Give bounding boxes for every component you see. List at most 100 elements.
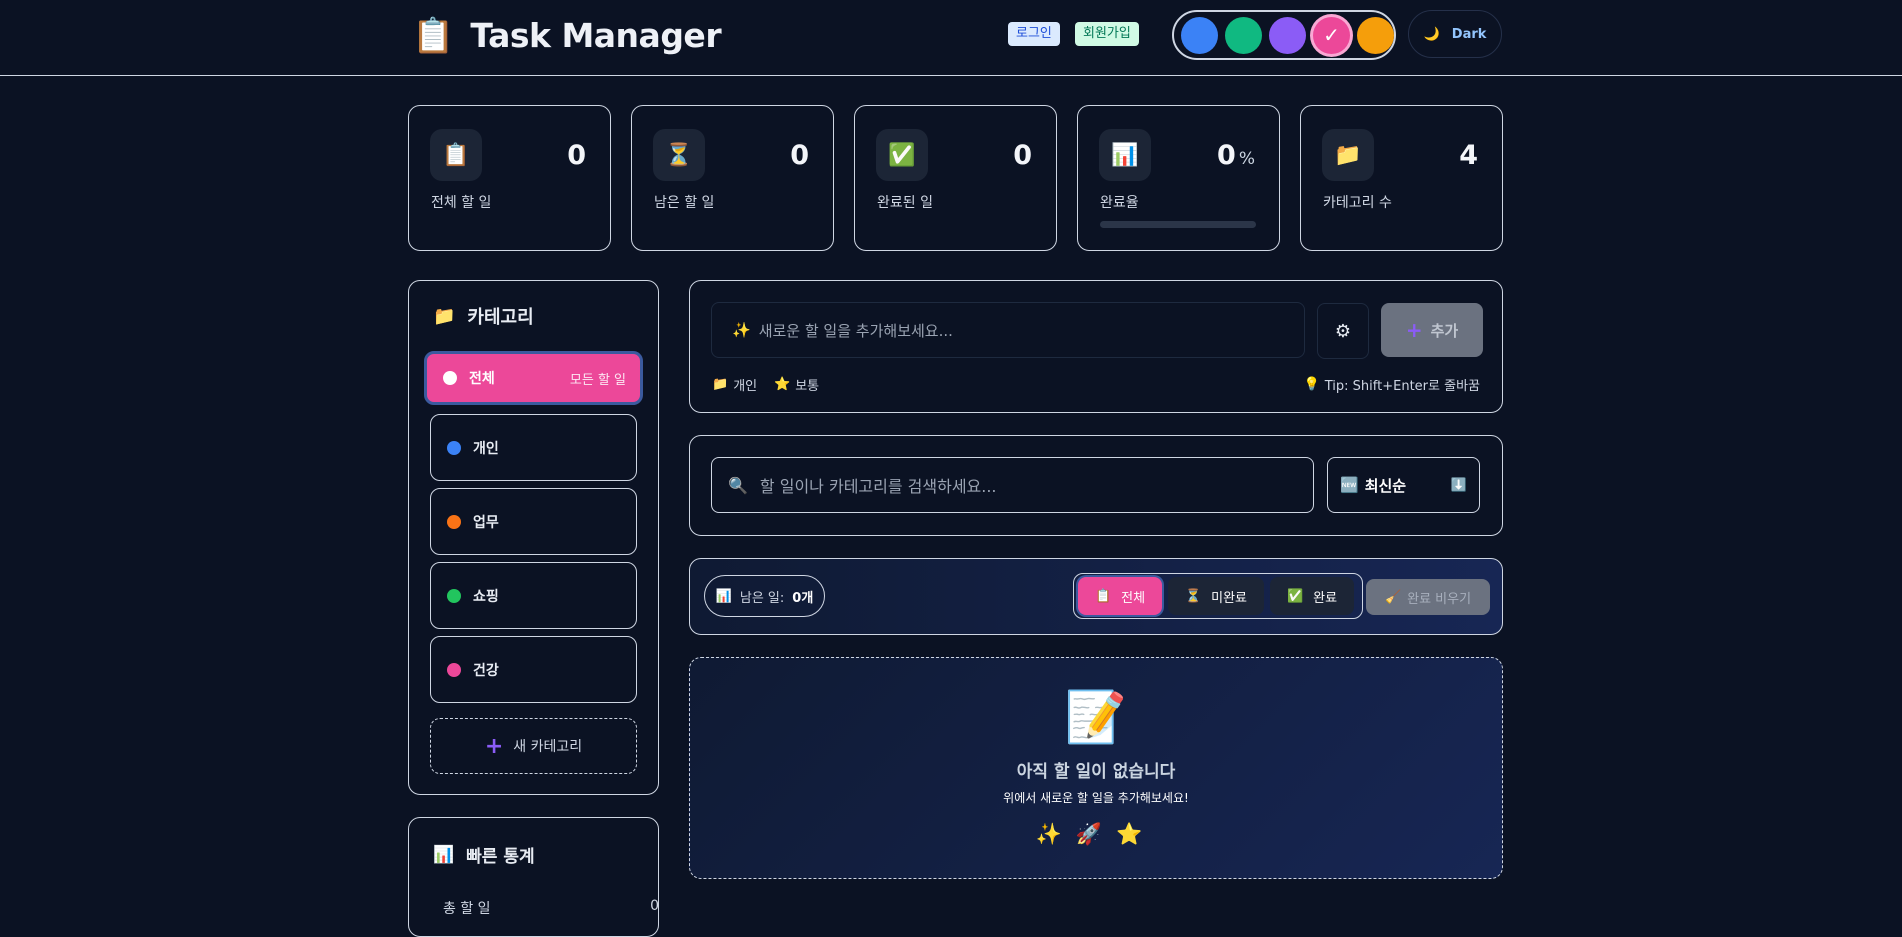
check-icon: ✓ [1323,23,1340,47]
decorative-emojis: ✨🚀⭐ [1035,822,1157,846]
category-panel-title: 카테고리 [467,307,534,328]
new-badge-icon: 🆕 [1340,476,1359,494]
category-item-work[interactable]: 업무 [430,488,637,555]
selected-priority[interactable]: ⭐ 보통 [774,375,819,394]
stat-card-total: 📋 0 전체 할 일 [408,105,611,251]
quick-stats-panel: 📊 빠른 통계 총 할 일 0 [408,817,659,937]
signup-button[interactable]: 회원가입 [1075,22,1139,46]
category-item-health[interactable]: 건강 [430,636,637,703]
category-label: 전체 [469,371,495,387]
bar-chart-icon: 📊 [433,844,455,865]
search-input[interactable]: 🔍 할 일이나 카테고리를 검색하세요... [711,457,1314,513]
stat-card-completed: ✅ 0 완료된 일 [854,105,1057,251]
stat-value: 0 [1217,140,1236,171]
check-box-icon: ✅ [1286,588,1304,604]
stat-label: 남은 할 일 [654,195,715,211]
add-task-panel: ✨ 새로운 할 일을 추가해보세요... ⚙ + 추가 📁 개인 ⭐ 보통 💡 … [689,280,1503,413]
stat-label: 카테고리 수 [1323,195,1392,211]
memo-icon: 📝 [1064,688,1128,746]
category-panel: 📁 카테고리 전체 모든 할 일 개인 업무 쇼핑 건강 + 새 카테고리 [408,280,659,795]
theme-color-picker: ✓ [1172,10,1396,60]
quick-stat-row: 총 할 일 0 [443,898,659,917]
category-color-dot [443,371,457,385]
clipboard-icon: 📋 [430,129,482,181]
hourglass-icon: ⏳ [1184,588,1202,604]
clear-completed-button[interactable]: 🧹 완료 비우기 [1366,579,1490,615]
dark-mode-toggle[interactable]: 🌙 Dark [1408,10,1502,58]
input-tip: 💡 Tip: Shift+Enter로 줄바꿈 [1303,377,1480,394]
gear-icon: ⚙ [1334,320,1352,342]
hourglass-icon: ⏳ [653,129,705,181]
category-color-dot [447,514,461,529]
plus-icon: + [1405,318,1423,342]
remaining-count: 0개 [792,590,814,606]
folder-icon: 📁 [1322,129,1374,181]
filter-complete-button[interactable]: ✅ 완료 [1270,577,1354,615]
filter-bar: 📊 남은 일: 0개 📋 전체 ⏳ 미완료 ✅ 완료 🧹 완료 비우기 [689,558,1503,635]
add-task-button[interactable]: + 추가 [1381,303,1483,357]
stat-card-completion-rate: 📊 0% 완료율 [1077,105,1280,251]
search-placeholder: 할 일이나 카테고리를 검색하세요... [759,477,997,496]
category-label: 업무 [473,514,499,531]
remaining-count-badge: 📊 남은 일: 0개 [704,575,825,617]
bar-chart-icon: 📊 [715,588,732,604]
filter-all-button[interactable]: 📋 전체 [1078,577,1162,615]
sparkles-icon: ✨ [732,321,751,339]
category-item-personal[interactable]: 개인 [430,414,637,481]
folder-icon: 📁 [712,377,729,392]
category-sublabel: 모든 할 일 [569,372,626,388]
filter-incomplete-button[interactable]: ⏳ 미완료 [1168,577,1264,615]
stat-card-categories: 📁 4 카테고리 수 [1300,105,1503,251]
status-filter-group: 📋 전체 ⏳ 미완료 ✅ 완료 [1073,573,1363,619]
lightbulb-icon: 💡 [1303,377,1320,392]
login-button[interactable]: 로그인 [1008,22,1060,46]
category-color-dot [447,440,461,455]
task-options-button[interactable]: ⚙ [1317,303,1369,359]
empty-subtitle: 위에서 새로운 할 일을 추가해보세요! [1003,791,1189,805]
percent-unit: % [1238,149,1255,169]
category-item-shopping[interactable]: 쇼핑 [430,562,637,629]
search-icon: 🔍 [728,475,748,495]
sort-direction-icon: ⬇️ [1450,477,1467,493]
mode-label: Dark [1451,26,1487,42]
new-task-input[interactable]: ✨ 새로운 할 일을 추가해보세요... [711,302,1305,358]
bar-chart-icon: 📊 [1099,129,1151,181]
stat-label: 완료된 일 [877,195,933,211]
folder-icon: 📁 [433,305,456,327]
completion-progress-bar [1100,221,1256,228]
selected-category[interactable]: 📁 개인 [712,375,757,394]
color-swatch-green[interactable] [1225,16,1262,54]
check-box-icon: ✅ [876,129,928,181]
color-swatch-orange[interactable] [1357,16,1394,54]
empty-state: 📝 아직 할 일이 없습니다 위에서 새로운 할 일을 추가해보세요! ✨🚀⭐ [689,657,1503,879]
star-icon: ⭐ [774,377,791,392]
stat-value: 0 [567,140,586,171]
category-item-all[interactable]: 전체 모든 할 일 [424,351,643,405]
category-label: 개인 [473,440,499,457]
clipboard-icon: 📋 [1094,588,1112,604]
sort-select[interactable]: 🆕 최신순 ⬇️ [1327,457,1480,513]
category-label: 건강 [473,662,499,679]
new-category-label: 새 카테고리 [513,739,583,755]
category-color-dot [447,588,461,603]
search-panel: 🔍 할 일이나 카테고리를 검색하세요... 🆕 최신순 ⬇️ [689,435,1503,536]
stat-value: 0 [790,140,809,171]
plus-icon: + [484,733,504,759]
empty-title: 아직 할 일이 없습니다 [1016,762,1176,782]
add-label: 추가 [1430,321,1459,340]
color-swatch-blue[interactable] [1181,16,1218,54]
category-label: 쇼핑 [473,588,499,605]
new-task-placeholder: 새로운 할 일을 추가해보세요... [758,321,953,340]
app-header: 📋 Task Manager 로그인 회원가입 ✓ 🌙 Dark [0,0,1902,76]
new-category-button[interactable]: + 새 카테고리 [430,718,637,774]
stat-card-remaining: ⏳ 0 남은 할 일 [631,105,834,251]
color-swatch-purple[interactable] [1269,16,1306,54]
brand: 📋 Task Manager [412,14,722,58]
broom-icon: 🧹 [1384,589,1402,605]
app-title: Task Manager [470,16,722,55]
stat-label: 전체 할 일 [431,195,492,211]
color-swatch-pink[interactable]: ✓ [1313,16,1350,54]
stat-value: 4 [1459,140,1478,171]
quick-stats-title: 빠른 통계 [466,847,535,867]
category-color-dot [447,662,461,677]
